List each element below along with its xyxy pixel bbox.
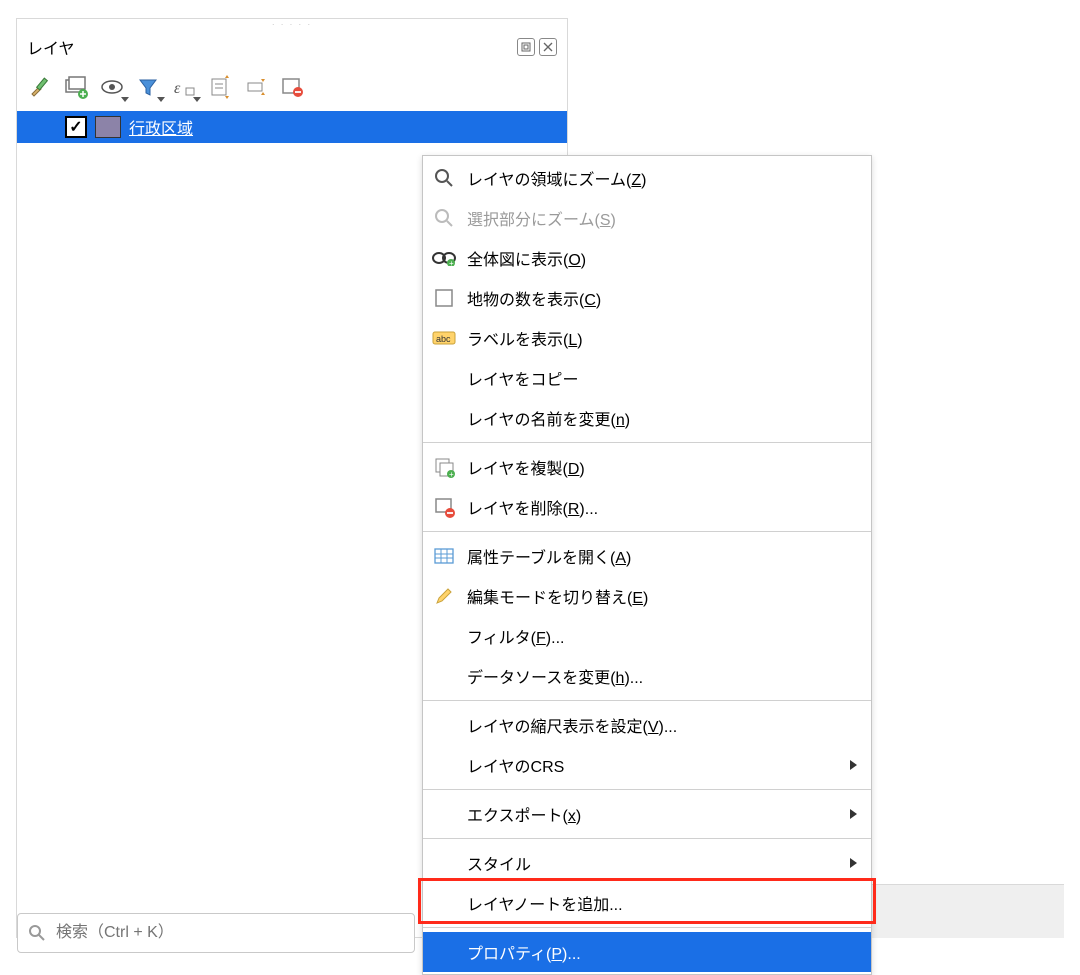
blank-icon: [431, 801, 457, 827]
filter-legend-button[interactable]: [131, 70, 165, 104]
blank-icon: [431, 850, 457, 876]
labels-icon: abc: [431, 325, 457, 351]
layer-visibility-checkbox[interactable]: ✓: [65, 116, 87, 138]
table-icon: [431, 543, 457, 569]
menu-item-label: レイヤを複製(D): [467, 455, 857, 479]
menu-separator: [423, 531, 871, 532]
search-icon: [28, 924, 46, 942]
menu-item-label: スタイル: [467, 851, 840, 875]
menu-item-label: フィルタ(F)...: [467, 624, 857, 648]
menu-item-16[interactable]: レイヤの縮尺表示を設定(V)...: [423, 705, 871, 745]
undock-button[interactable]: [517, 38, 535, 56]
menu-item-17[interactable]: レイヤのCRS: [423, 745, 871, 785]
blank-icon: [431, 663, 457, 689]
menu-item-22[interactable]: レイヤノートを追加...: [423, 883, 871, 923]
layer-symbology-swatch[interactable]: [95, 116, 121, 138]
menu-item-label: 編集モードを切り替え(E): [467, 584, 857, 608]
expression-filter-button[interactable]: ε: [167, 70, 201, 104]
menu-item-label: 地物の数を表示(C): [467, 286, 857, 310]
zoom-icon: [431, 165, 457, 191]
menu-item-12[interactable]: 編集モードを切り替え(E): [423, 576, 871, 616]
blank-icon: [431, 623, 457, 649]
menu-item-label: レイヤノートを追加...: [467, 891, 857, 915]
blank-icon: [431, 712, 457, 738]
menu-item-4[interactable]: abc ラベルを表示(L): [423, 318, 871, 358]
pencil-icon: [431, 583, 457, 609]
layers-toolbar: ε: [17, 65, 567, 109]
menu-item-19[interactable]: エクスポート(x): [423, 794, 871, 834]
add-group-button[interactable]: [59, 70, 93, 104]
menu-item-label: レイヤの名前を変更(n): [467, 406, 857, 430]
blank-icon: [431, 890, 457, 916]
menu-item-label: レイヤの領域にズーム(Z): [467, 166, 857, 190]
menu-separator: [423, 838, 871, 839]
menu-item-24[interactable]: プロパティ(P)...: [423, 932, 871, 972]
menu-separator: [423, 442, 871, 443]
menu-item-5[interactable]: レイヤをコピー: [423, 358, 871, 398]
remove-layer-button[interactable]: [275, 70, 309, 104]
overview-icon: +: [431, 245, 457, 271]
menu-item-label: エクスポート(x): [467, 802, 840, 826]
menu-item-6[interactable]: レイヤの名前を変更(n): [423, 398, 871, 438]
menu-item-label: プロパティ(P)...: [467, 940, 857, 964]
remove-icon: [431, 494, 457, 520]
layer-name-label[interactable]: 行政区域: [129, 115, 193, 139]
blank-icon: [431, 405, 457, 431]
collapse-all-button[interactable]: [239, 70, 273, 104]
menu-item-label: 全体図に表示(O): [467, 246, 857, 270]
menu-item-label: データソースを変更(h)...: [467, 664, 857, 688]
menu-item-8[interactable]: + レイヤを複製(D): [423, 447, 871, 487]
menu-item-label: レイヤの縮尺表示を設定(V)...: [467, 713, 857, 737]
close-panel-button[interactable]: [539, 38, 557, 56]
menu-item-2[interactable]: + 全体図に表示(O): [423, 238, 871, 278]
checkbox-icon: [431, 285, 457, 311]
menu-separator: [423, 927, 871, 928]
duplicate-icon: +: [431, 454, 457, 480]
svg-text:ε: ε: [174, 80, 181, 97]
menu-item-1: 選択部分にズーム(S): [423, 198, 871, 238]
blank-icon: [431, 365, 457, 391]
manage-visibility-button[interactable]: [95, 70, 129, 104]
menu-item-11[interactable]: 属性テーブルを開く(A): [423, 536, 871, 576]
locator-search[interactable]: [17, 913, 415, 953]
menu-item-label: ラベルを表示(L): [467, 326, 857, 350]
menu-separator: [423, 700, 871, 701]
panel-header-buttons: [517, 38, 557, 56]
submenu-arrow-icon: [850, 858, 857, 868]
menu-item-9[interactable]: レイヤを削除(R)...: [423, 487, 871, 527]
layer-row[interactable]: ✓ 行政区域: [17, 111, 567, 143]
dropdown-arrow-icon: [121, 97, 129, 102]
panel-drag-handle[interactable]: · · · · ·: [17, 19, 567, 29]
menu-item-label: レイヤをコピー: [467, 366, 857, 390]
menu-item-3[interactable]: 地物の数を表示(C): [423, 278, 871, 318]
dropdown-arrow-icon: [157, 97, 165, 102]
search-input[interactable]: [54, 923, 404, 943]
svg-text:abc: abc: [436, 334, 451, 344]
panel-title: レイヤ: [27, 35, 75, 59]
menu-item-label: レイヤを削除(R)...: [467, 495, 857, 519]
menu-item-0[interactable]: レイヤの領域にズーム(Z): [423, 158, 871, 198]
blank-icon: [431, 752, 457, 778]
menu-item-14[interactable]: データソースを変更(h)...: [423, 656, 871, 696]
submenu-arrow-icon: [850, 809, 857, 819]
layer-context-menu: レイヤの領域にズーム(Z) 選択部分にズーム(S) + 全体図に表示(O) 地物の数を表…: [422, 155, 872, 975]
svg-text:+: +: [449, 470, 454, 478]
blank-icon: [431, 939, 457, 965]
expand-all-button[interactable]: [203, 70, 237, 104]
menu-item-label: レイヤのCRS: [467, 753, 840, 777]
dropdown-arrow-icon: [193, 97, 201, 102]
panel-header: レイヤ: [17, 29, 567, 65]
submenu-arrow-icon: [850, 760, 857, 770]
menu-item-label: 選択部分にズーム(S): [467, 206, 857, 230]
menu-item-21[interactable]: スタイル: [423, 843, 871, 883]
menu-item-13[interactable]: フィルタ(F)...: [423, 616, 871, 656]
svg-text:+: +: [449, 259, 454, 266]
menu-separator: [423, 789, 871, 790]
zoom-gray-icon: [431, 205, 457, 231]
style-brush-button[interactable]: [23, 70, 57, 104]
menu-item-label: 属性テーブルを開く(A): [467, 544, 857, 568]
